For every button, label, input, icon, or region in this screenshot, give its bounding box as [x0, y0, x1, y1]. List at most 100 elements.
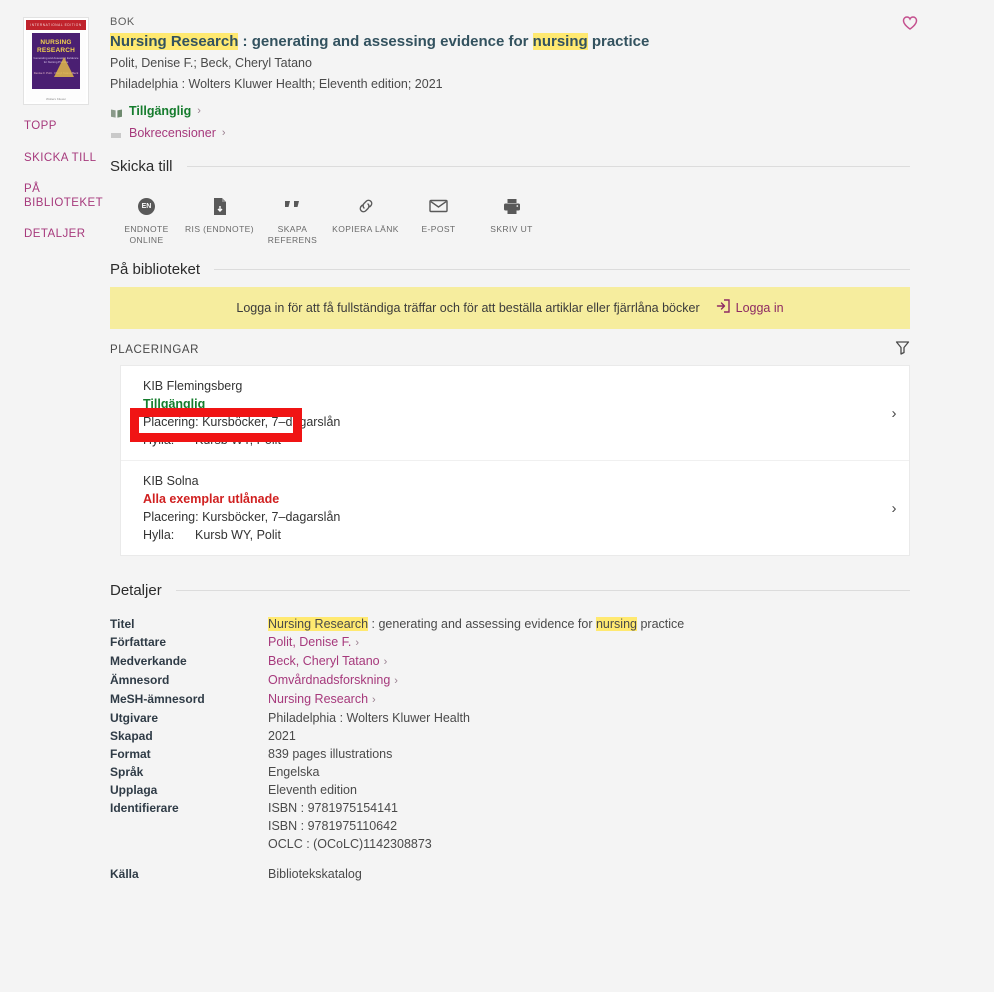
details-value: ISBN : 9781975154141 ISBN : 978197511064… [268, 799, 432, 853]
details-value: Eleventh edition [268, 783, 357, 797]
record-title-end: practice [587, 33, 650, 50]
send-to-endnote-online-label: ENDNOTE ONLINE [124, 224, 169, 245]
sidebar-item-pa-biblioteket[interactable]: PÅ BIBLIOTEKET [24, 183, 104, 210]
details-value: Polit, Denise F. › [268, 633, 359, 652]
details-key: MeSH-ämnesord [110, 692, 205, 706]
identifier-oclc: OCLC : (OCoLC)1142308873 [268, 837, 432, 851]
details-link[interactable]: Beck, Cheryl Tatano [268, 654, 380, 668]
send-to-copy-link[interactable]: KOPIERA LÄNK [329, 195, 402, 246]
placement-location-value: Kursböcker, 7–dagarslån [202, 415, 341, 429]
filter-funnel-icon[interactable] [895, 340, 910, 360]
ris-file-icon [183, 195, 256, 217]
details-link[interactable]: Nursing Research [268, 692, 368, 706]
record-title-highlight-2: nursing [532, 33, 588, 50]
table-row[interactable]: KIB Solna Alla exemplar utlånade Placeri… [121, 460, 909, 555]
send-to-heading: Skicka till [110, 158, 173, 175]
details-row-amnesord: Ämnesord Omvårdnadsforskning › [110, 671, 910, 690]
placement-library-name: KIB Solna [143, 474, 199, 488]
send-to-actions: EN ENDNOTE ONLINE RIS (ENDNOTE) SKAPA RE… [110, 195, 910, 246]
book-reviews-label: Bokrecensioner [129, 126, 216, 140]
availability-badge[interactable]: Tillgänglig › [110, 104, 910, 118]
review-icon [110, 128, 123, 139]
chevron-right-icon: › [355, 637, 360, 649]
details-row-mesh-amnesord: MeSH-ämnesord Nursing Research › [110, 690, 910, 709]
details-value: Philadelphia : Wolters Kluwer Health [268, 711, 470, 725]
send-to-heading-row: Skicka till [110, 158, 910, 175]
cover-edition-text: INTERNATIONAL EDITION [30, 23, 82, 27]
send-to-endnote-online[interactable]: EN ENDNOTE ONLINE [110, 195, 183, 246]
placement-shelf-line: Hylla: Kursb WY, Polit [143, 431, 879, 449]
cover-title: NURSING RESEARCH [36, 39, 76, 54]
record-title-mid: : generating and assessing evidence for [238, 33, 533, 50]
book-cover-thumbnail[interactable]: INTERNATIONAL EDITION NURSING RESEARCH G… [23, 17, 89, 105]
library-heading: På biblioteket [110, 261, 201, 278]
details-key: Titel [110, 617, 135, 631]
record-header: BOK Nursing Research : generating and as… [110, 16, 910, 148]
book-reviews-link[interactable]: Bokrecensioner › [110, 126, 910, 140]
login-button-label: Logga in [735, 301, 784, 315]
placements-list: KIB Flemingsberg Tillgänglig Placering: … [120, 365, 910, 556]
quote-icon [256, 195, 329, 217]
details-key: Format [110, 747, 151, 761]
details-row-utgivare: Utgivare Philadelphia : Wolters Kluwer H… [110, 709, 910, 727]
send-to-email-label: E-POST [421, 224, 456, 234]
details-value: 839 pages illustrations [268, 747, 393, 761]
endnote-online-icon: EN [110, 195, 183, 217]
link-icon [329, 195, 402, 217]
details-title-highlight-1: Nursing Research [268, 617, 369, 631]
chevron-right-icon: › [394, 675, 398, 687]
library-section-heading-row: På biblioteket [110, 261, 910, 278]
placement-shelf-line: Hylla: Kursb WY, Polit [143, 526, 879, 544]
details-row-forfattare: Författare Polit, Denise F. › [110, 633, 910, 652]
send-to-print[interactable]: SKRIV UT [475, 195, 548, 246]
favorite-heart-icon[interactable] [902, 15, 918, 31]
book-icon [110, 106, 123, 118]
record-page: INTERNATIONAL EDITION NURSING RESEARCH G… [0, 0, 994, 992]
details-value: Beck, Cheryl Tatano › [268, 652, 387, 671]
table-row[interactable]: KIB Flemingsberg Tillgänglig Placering: … [121, 366, 909, 460]
record-imprint: Philadelphia : Wolters Kluwer Health; El… [110, 77, 443, 91]
sidebar-item-detaljer[interactable]: DETALJER [24, 228, 104, 242]
heading-divider [175, 590, 910, 591]
details-row-kalla: Källa Bibliotekskatalog [110, 865, 910, 883]
details-row-sprak: Språk Engelska [110, 763, 910, 781]
chevron-right-icon[interactable]: › [879, 405, 909, 422]
details-key: Upplaga [110, 783, 158, 797]
details-key: Källa [110, 867, 139, 881]
sidebar-item-topp[interactable]: TOPP [24, 120, 104, 134]
heading-divider [186, 166, 910, 167]
details-title-end: practice [636, 617, 685, 631]
record-badges: Tillgänglig › Bokrecensioner › [110, 104, 910, 140]
send-to-citation[interactable]: SKAPA REFERENS [256, 195, 329, 246]
details-key: Skapad [110, 729, 153, 743]
details-link[interactable]: Omvårdnadsforskning [268, 673, 390, 687]
placement-location-key: Placering: [143, 415, 199, 429]
details-row-skapad: Skapad 2021 [110, 727, 910, 745]
details-link[interactable]: Polit, Denise F. [268, 635, 351, 649]
login-button[interactable]: Logga in [716, 298, 784, 318]
placement-status: Tillgänglig [143, 397, 206, 411]
placement-status: Alla exemplar utlånade [143, 492, 280, 506]
chevron-right-icon[interactable]: › [879, 500, 909, 517]
details-table: Titel Nursing Research : generating and … [110, 615, 910, 883]
printer-icon [475, 195, 548, 217]
placement-shelf-value: Kursb WY, Polit [195, 528, 281, 542]
record-title[interactable]: Nursing Research : generating and assess… [110, 32, 910, 52]
details-key: Författare [110, 635, 167, 649]
chevron-right-icon: › [221, 127, 226, 139]
send-to-email[interactable]: E-POST [402, 195, 475, 246]
details-key: Utgivare [110, 711, 159, 725]
send-to-section: Skicka till EN ENDNOTE ONLINE RIS (ENDNO… [110, 158, 910, 246]
send-to-ris[interactable]: RIS (ENDNOTE) [183, 195, 256, 246]
send-to-print-label: SKRIV UT [490, 224, 533, 234]
record-title-highlight-1: Nursing Research [110, 33, 239, 50]
details-value: Nursing Research : generating and assess… [268, 615, 684, 633]
details-key: Språk [110, 765, 144, 779]
sidebar-item-skicka-till[interactable]: SKICKA TILL [24, 152, 104, 166]
login-banner-text: Logga in för att få fullständiga träffar… [236, 301, 700, 315]
chevron-right-icon: › [383, 656, 388, 668]
chevron-right-icon: › [372, 694, 376, 706]
placement-library-name: KIB Flemingsberg [143, 379, 243, 393]
details-row-medverkande: Medverkande Beck, Cheryl Tatano › [110, 652, 910, 671]
details-key: Identifierare [110, 801, 179, 815]
